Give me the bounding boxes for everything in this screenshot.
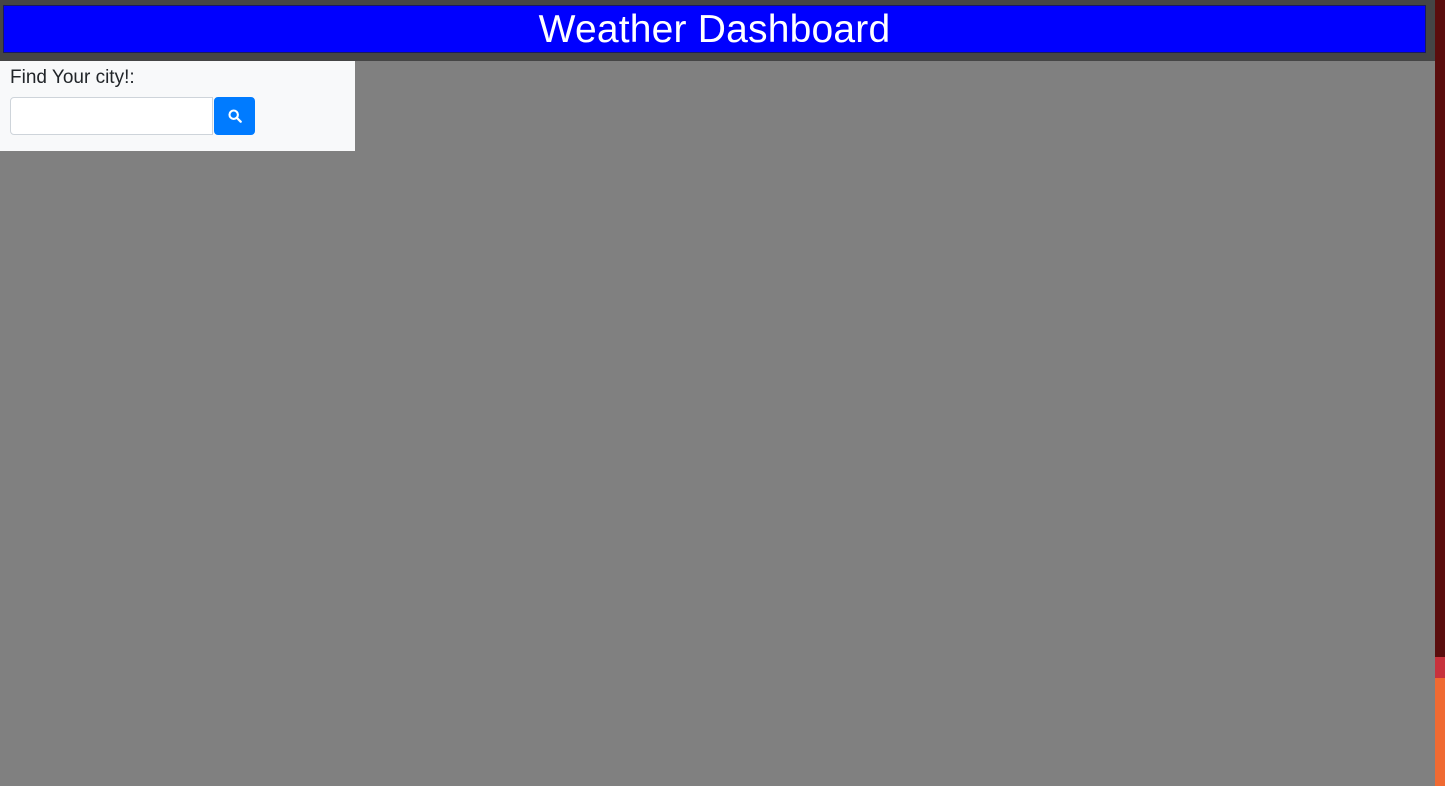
page: Weather Dashboard Find Your city!:: [0, 0, 1445, 786]
city-search-input[interactable]: [10, 97, 213, 135]
search-button[interactable]: [214, 97, 255, 135]
page-title: Weather Dashboard: [538, 7, 891, 51]
window-edge-orange-strip: [1435, 678, 1445, 786]
header-bar: Weather Dashboard: [0, 0, 1435, 61]
header-banner: Weather Dashboard: [3, 5, 1426, 53]
search-icon: [227, 109, 242, 123]
window-edge-red-strip: [1435, 657, 1445, 678]
search-panel: Find Your city!:: [0, 61, 355, 151]
search-row: [10, 97, 255, 135]
search-label: Find Your city!:: [10, 67, 135, 88]
